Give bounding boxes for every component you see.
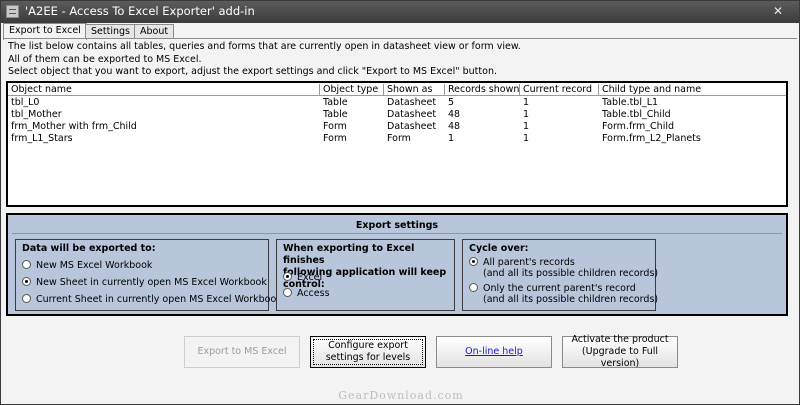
radio-label: Access — [297, 288, 330, 299]
button-label: Configure export settings for levels — [326, 340, 411, 364]
online-help-link[interactable]: On-line help — [465, 346, 523, 358]
instructions: The list below contains all tables, quer… — [8, 41, 521, 79]
watermark: GearDownload.com — [338, 389, 464, 402]
list-row[interactable]: frm_L1_Stars Form Form 1 1 Form.frm_L2_P… — [8, 133, 786, 145]
online-help-button[interactable]: On-line help — [436, 336, 552, 368]
tab-about[interactable]: About — [134, 24, 175, 39]
export-settings-panel: Export settings Data will be exported to… — [6, 213, 788, 316]
column-header-object-name[interactable]: Object name — [8, 84, 320, 96]
objects-list[interactable]: Object name Object type Shown as Records… — [6, 81, 788, 207]
list-row[interactable]: tbl_L0 Table Datasheet 5 1 Table.tbl_L1 — [8, 97, 786, 109]
app-form-icon — [6, 5, 19, 18]
radio-label: New MS Excel Workbook — [36, 260, 153, 271]
radio-new-sheet[interactable]: New Sheet in currently open MS Excel Wor… — [22, 277, 267, 288]
cell-object-type: Form — [323, 133, 347, 144]
column-header-current-record[interactable]: Current record — [520, 84, 599, 96]
activate-product-button[interactable]: Activate the product (Upgrade to Full ve… — [562, 334, 678, 370]
radio-label: All parent's records — [483, 257, 575, 268]
cell-current-record: 1 — [523, 109, 530, 120]
column-header-records-shown[interactable]: Records shown — [445, 84, 520, 96]
radio-current-parent-record[interactable]: Only the current parent's record — [469, 283, 636, 294]
column-header-shown-as[interactable]: Shown as — [384, 84, 445, 96]
radio-button[interactable] — [469, 283, 478, 292]
app-window: 'A2EE - Access To Excel Exporter' add-in… — [0, 0, 800, 405]
radio-label: Excel — [297, 272, 323, 283]
button-label-line: (Upgrade to Full version) — [581, 346, 659, 369]
export-destination-group: Data will be exported to: New MS Excel W… — [15, 239, 282, 311]
button-label-line: settings for levels — [325, 352, 411, 363]
column-header-child-type[interactable]: Child type and name — [599, 84, 786, 96]
list-row[interactable]: tbl_Mother Table Datasheet 48 1 Table.tb… — [8, 109, 786, 121]
radio-label: New Sheet in currently open MS Excel Wor… — [36, 277, 267, 288]
radio-excel[interactable]: Excel — [283, 272, 322, 283]
list-header: Object name Object type Shown as Records… — [8, 84, 786, 96]
radio-new-workbook[interactable]: New MS Excel Workbook — [22, 260, 152, 271]
list-row[interactable]: frm_Mother with frm_Child Form Datasheet… — [8, 121, 786, 133]
tab-strip: Export to Excel Settings About — [3, 23, 799, 40]
export-settings-title: Export settings — [355, 220, 439, 231]
radio-all-parent-records[interactable]: All parent's records — [469, 257, 575, 268]
radio-button-checked[interactable] — [283, 272, 292, 281]
radio-button[interactable] — [22, 294, 31, 303]
configure-levels-button[interactable]: Configure export settings for levels — [310, 336, 426, 368]
divider — [12, 233, 782, 234]
radio-button[interactable] — [283, 288, 292, 297]
button-label-line: Configure export — [328, 340, 408, 351]
group-title-line: When exporting to Excel finishes — [283, 243, 415, 266]
cycle-over-group: Cycle over: All parent's records (and al… — [462, 239, 659, 311]
cell-child-type: Form.frm_L2_Planets — [602, 133, 701, 144]
button-label: Activate the product (Upgrade to Full ve… — [567, 334, 673, 370]
cell-object-type: Form — [323, 121, 347, 132]
group-title: When exporting to Excel finishes followi… — [283, 243, 454, 291]
cell-object-type: Table — [323, 109, 348, 120]
button-label: Export to MS Excel — [197, 346, 287, 357]
cell-object-name: tbl_Mother — [11, 109, 62, 120]
instruction-line: Select object that you want to export, a… — [8, 66, 497, 77]
cell-records-shown: 5 — [448, 97, 455, 108]
radio-current-sheet[interactable]: Current Sheet in currently open MS Excel… — [22, 294, 282, 305]
cell-child-type: Form.frm_Child — [602, 121, 675, 132]
window-title: 'A2EE - Access To Excel Exporter' add-in — [25, 4, 255, 18]
group-title: Data will be exported to: — [22, 243, 156, 254]
radio-label: Current Sheet in currently open MS Excel… — [36, 294, 282, 305]
cell-shown-as: Datasheet — [387, 121, 437, 132]
radio-label: Only the current parent's record — [483, 283, 636, 294]
cell-records-shown: 48 — [448, 121, 461, 132]
instruction-line: The list below contains all tables, quer… — [8, 41, 521, 52]
cell-current-record: 1 — [523, 97, 530, 108]
cell-child-type: Table.tbl_L1 — [602, 97, 659, 108]
cell-shown-as: Datasheet — [387, 97, 437, 108]
cell-shown-as: Datasheet — [387, 109, 437, 120]
tab-settings[interactable]: Settings — [85, 24, 136, 39]
cell-object-name: frm_L1_Stars — [11, 133, 73, 144]
instruction-line: All of them can be exported to MS Excel. — [8, 53, 202, 65]
cell-object-name: frm_Mother with frm_Child — [11, 121, 137, 132]
column-header-object-type[interactable]: Object type — [320, 84, 384, 96]
radio-access[interactable]: Access — [283, 288, 330, 299]
cell-object-name: tbl_L0 — [11, 97, 40, 108]
cell-child-type: Table.tbl_Child — [602, 109, 671, 120]
title-bar[interactable]: 'A2EE - Access To Excel Exporter' add-in… — [1, 1, 799, 23]
group-title: Cycle over: — [469, 243, 529, 254]
cell-object-type: Table — [323, 97, 348, 108]
cell-current-record: 1 — [523, 133, 530, 144]
button-label-line: Activate the product — [571, 334, 669, 345]
close-icon[interactable]: ✕ — [773, 4, 783, 18]
cell-records-shown: 1 — [448, 133, 455, 144]
cell-current-record: 1 — [523, 121, 530, 132]
cell-shown-as: Form — [387, 133, 411, 144]
export-to-excel-button[interactable]: Export to MS Excel — [184, 336, 300, 368]
radio-button-checked[interactable] — [469, 257, 478, 266]
cell-records-shown: 48 — [448, 109, 461, 120]
radio-sublabel: (and all its possible children records) — [483, 294, 659, 305]
radio-sublabel: (and all its possible children records) — [483, 268, 659, 279]
radio-button[interactable] — [22, 260, 31, 269]
keep-control-group: When exporting to Excel finishes followi… — [276, 239, 455, 311]
radio-button-checked[interactable] — [22, 277, 31, 286]
